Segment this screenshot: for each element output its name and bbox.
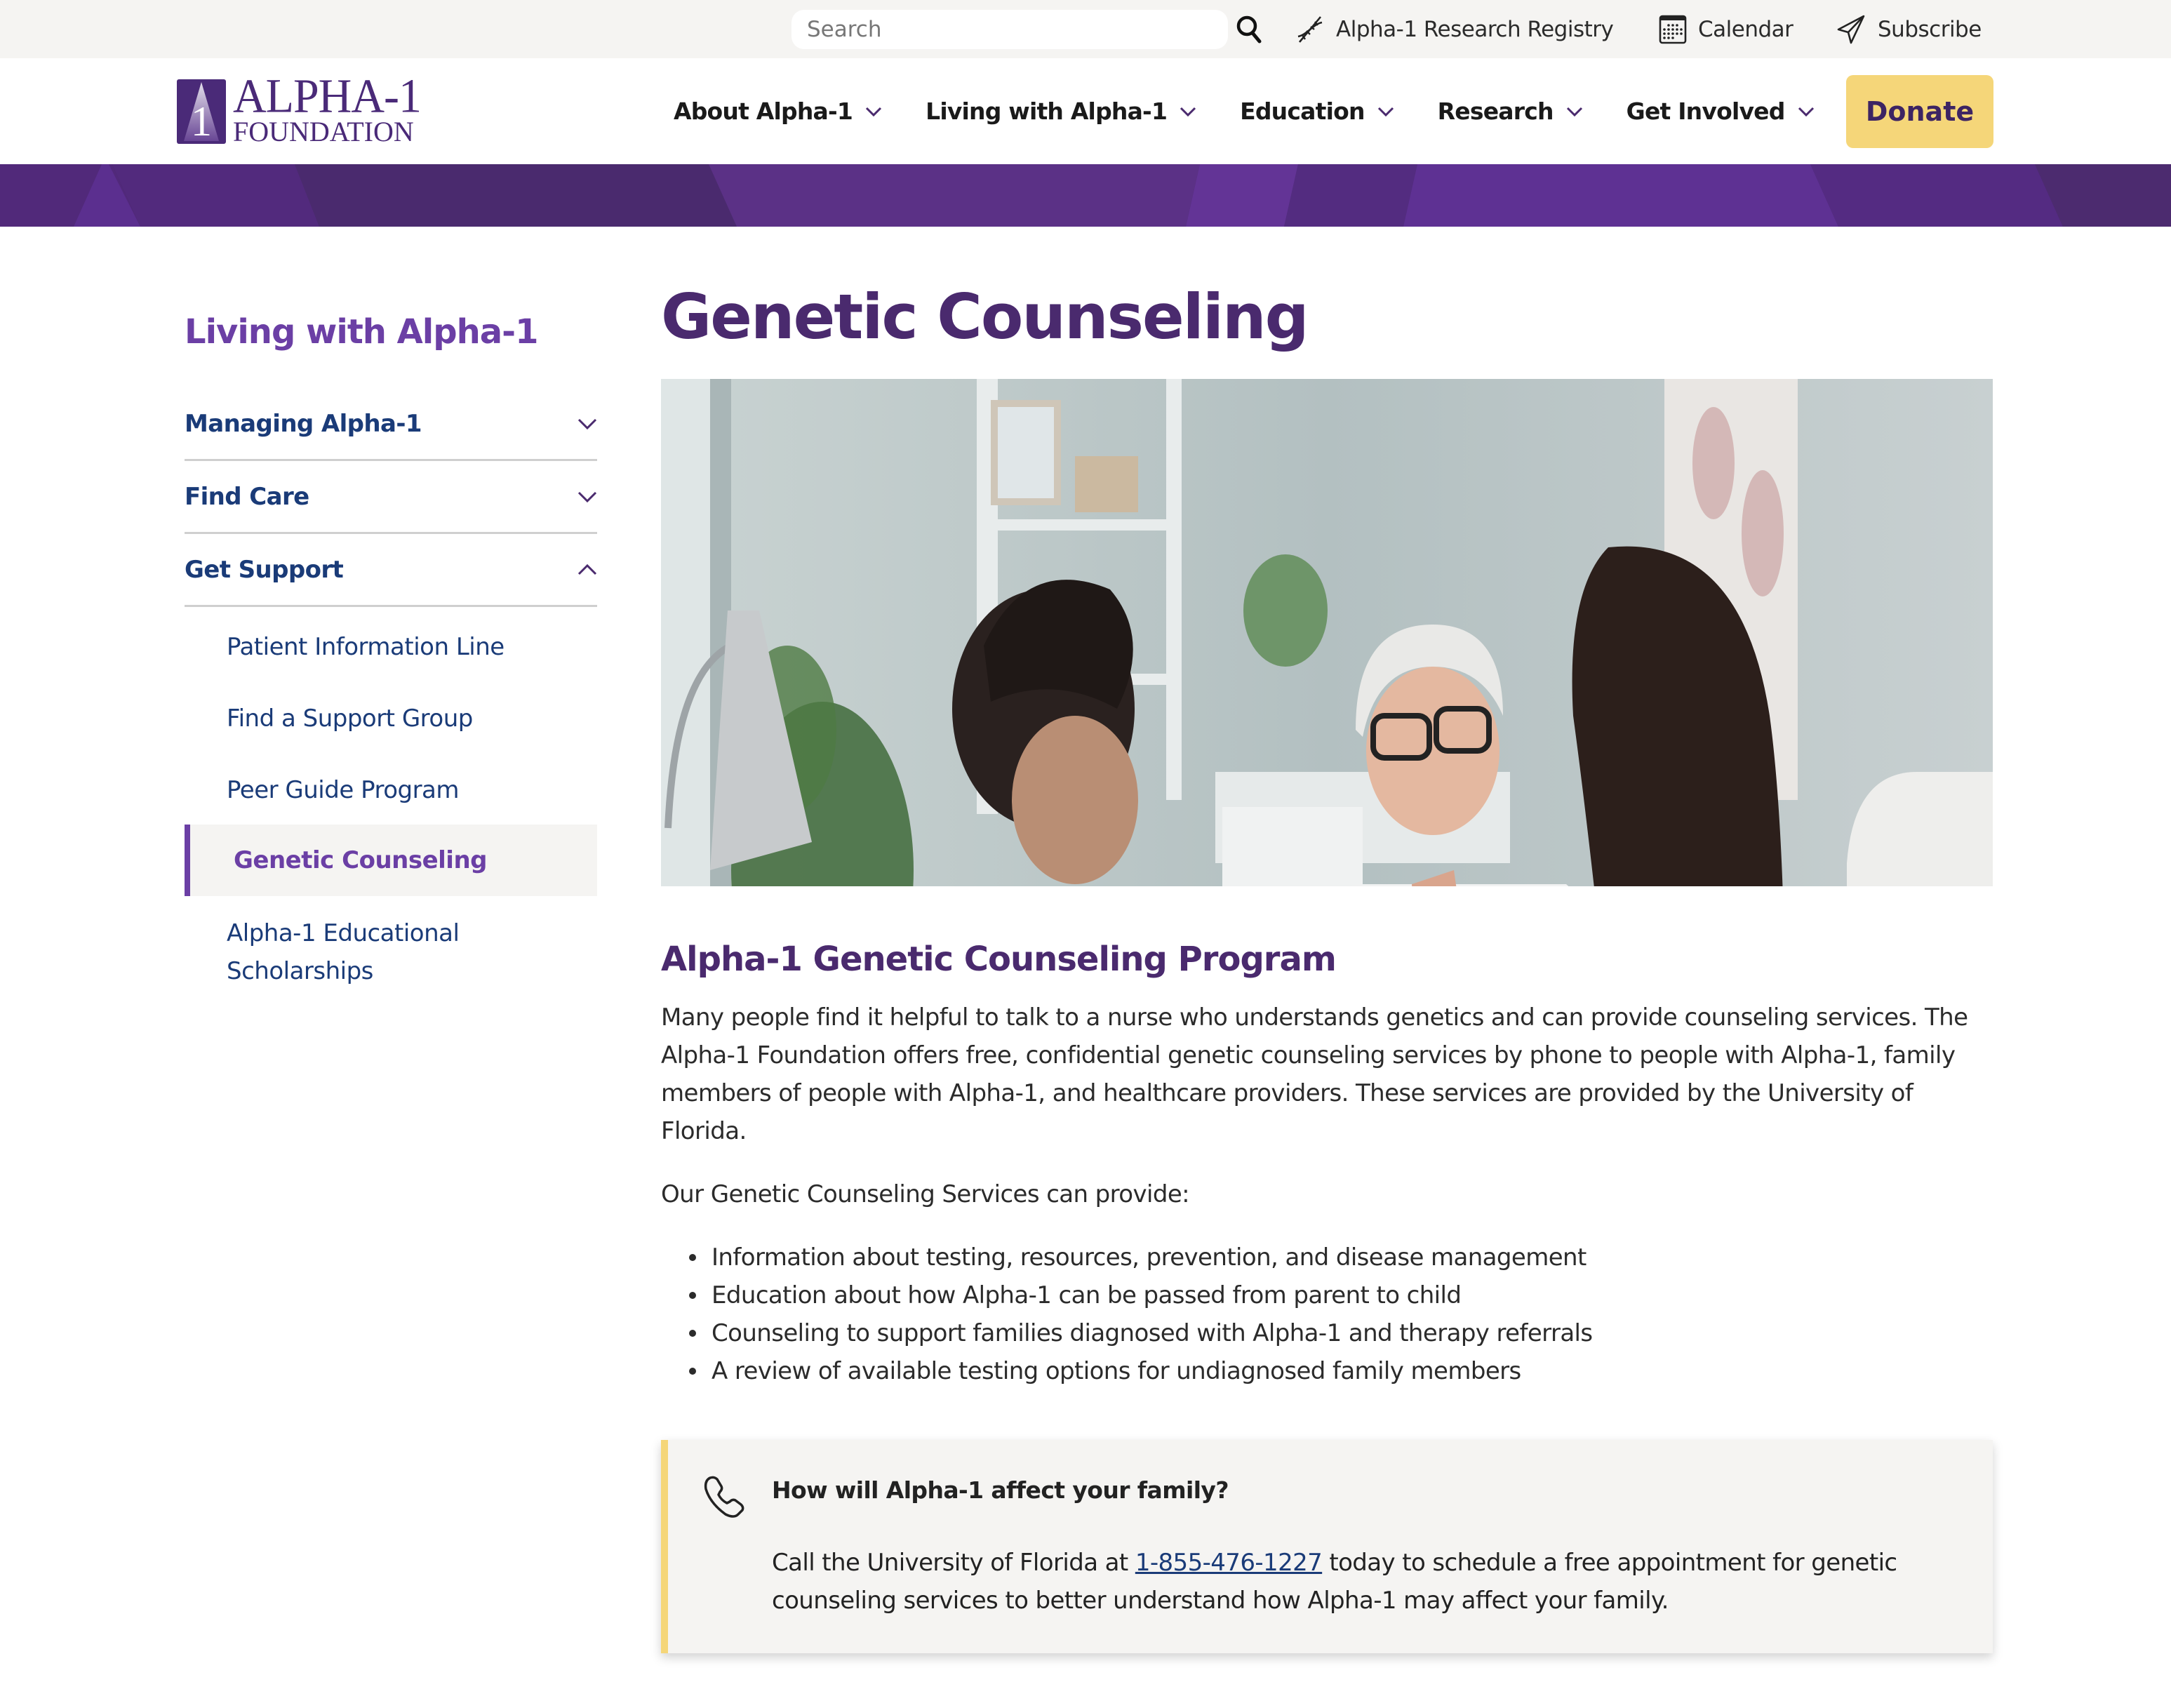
donate-button[interactable]: Donate (1846, 75, 1993, 148)
sidebar-item-label: Peer Guide Program (227, 776, 460, 804)
research-registry-link[interactable]: Alpha-1 Research Registry (1295, 10, 1614, 49)
decorative-banner (0, 164, 2171, 227)
search-input[interactable] (807, 10, 1214, 49)
list-item: Education about how Alpha-1 can be passe… (689, 1276, 1987, 1314)
callout-text-before: Call the University of Florida at (772, 1549, 1135, 1577)
chevron-down-icon (1180, 107, 1196, 116)
subscribe-label: Subscribe (1878, 17, 1982, 42)
nav-education[interactable]: Education (1240, 98, 1394, 125)
site-header: 1 ALPHA-1 FOUNDATION About Alpha-1 Livin… (0, 58, 2171, 164)
phone-number-link[interactable]: 1-855-476-1227 (1135, 1549, 1323, 1577)
svg-text:1: 1 (191, 98, 212, 144)
nav-label: Get Involved (1626, 98, 1786, 125)
nav-label: Education (1240, 98, 1365, 125)
callout-body: Call the University of Florida at 1-855-… (772, 1544, 1923, 1620)
nav-living-with-alpha-1[interactable]: Living with Alpha-1 (926, 98, 1196, 125)
search-box (791, 10, 1228, 49)
calendar-link[interactable]: Calendar (1659, 10, 1793, 49)
search-icon (1236, 15, 1262, 44)
intro-paragraph: Many people find it helpful to talk to a… (661, 1003, 1968, 1145)
chevron-up-icon[interactable] (577, 563, 597, 575)
sidebar-item-label: Patient Information Line (227, 633, 505, 661)
list-item: Counseling to support families diagnosed… (689, 1314, 1987, 1352)
chevron-down-icon[interactable] (577, 418, 597, 429)
chevron-down-icon (866, 107, 882, 116)
sidebar-item-peer-guide-program[interactable]: Peer Guide Program (185, 771, 597, 809)
calendar-icon (1659, 15, 1687, 44)
nav-label: Research (1437, 98, 1554, 125)
nav-research[interactable]: Research (1438, 98, 1583, 125)
sidebar-item-educational-scholarships[interactable]: Alpha-1 Educational Scholarships (185, 914, 597, 990)
banner-pattern (0, 164, 2171, 227)
logo-text-foundation: FOUNDATION (233, 116, 414, 147)
sidebar-section-managing-alpha-1[interactable]: Managing Alpha-1 (185, 388, 597, 461)
chevron-down-icon (1377, 107, 1394, 116)
services-lead-paragraph: Our Genetic Counseling Services can prov… (661, 1180, 1190, 1208)
list-item: A review of available testing options fo… (689, 1352, 1987, 1390)
research-registry-label: Alpha-1 Research Registry (1336, 17, 1614, 42)
calendar-label: Calendar (1698, 17, 1793, 42)
phone-icon (704, 1476, 744, 1518)
chevron-down-icon[interactable] (577, 491, 597, 502)
sidebar-title[interactable]: Living with Alpha-1 (185, 312, 538, 352)
contact-callout: How will Alpha-1 affect your family? Cal… (661, 1440, 1993, 1653)
hero-illustration (661, 379, 1993, 886)
list-item: Information about testing, resources, pr… (689, 1239, 1987, 1276)
sidebar-item-label: Alpha-1 Educational Scholarships (227, 919, 460, 985)
logo-mark: 1 (177, 79, 226, 144)
sidebar-item-label: Find a Support Group (227, 705, 473, 733)
sidebar-item-find-a-support-group[interactable]: Find a Support Group (185, 700, 597, 738)
nav-about-alpha-1[interactable]: About Alpha-1 (674, 98, 882, 125)
search-button[interactable] (1235, 14, 1263, 45)
section-title: Alpha-1 Genetic Counseling Program (661, 940, 1337, 979)
services-list: Information about testing, resources, pr… (689, 1239, 1987, 1390)
main-nav: About Alpha-1 Living with Alpha-1 Educat… (674, 58, 1858, 164)
sidebar-section-label: Find Care (185, 482, 309, 511)
chevron-down-icon (1798, 107, 1814, 116)
nav-label: About Alpha-1 (674, 98, 853, 125)
sidebar-section-label: Managing Alpha-1 (185, 409, 422, 438)
hero-image (661, 379, 1993, 886)
dna-icon (1297, 16, 1323, 43)
utility-bar: Alpha-1 Research Registry Calendar Subsc… (0, 0, 2171, 58)
sidebar-item-patient-information-line[interactable]: Patient Information Line (185, 628, 597, 666)
sidebar-section-label: Get Support (185, 555, 344, 584)
nav-label: Living with Alpha-1 (926, 98, 1168, 125)
nav-get-involved[interactable]: Get Involved (1626, 98, 1815, 125)
sidebar-section-find-care[interactable]: Find Care (185, 461, 597, 534)
site-logo[interactable]: 1 ALPHA-1 FOUNDATION (177, 72, 436, 147)
sidebar-section-get-support[interactable]: Get Support (185, 534, 597, 607)
subscribe-link[interactable]: Subscribe (1836, 10, 1982, 49)
sidebar-item-label: Genetic Counseling (234, 846, 488, 874)
chevron-down-icon (1566, 107, 1582, 116)
paper-plane-icon (1837, 15, 1865, 44)
page-title: Genetic Counseling (661, 281, 1309, 353)
callout-title: How will Alpha-1 affect your family? (772, 1476, 1229, 1504)
logo-text-alpha: ALPHA-1 (233, 69, 422, 124)
sidebar-item-genetic-counseling-active[interactable]: Genetic Counseling (185, 825, 597, 896)
